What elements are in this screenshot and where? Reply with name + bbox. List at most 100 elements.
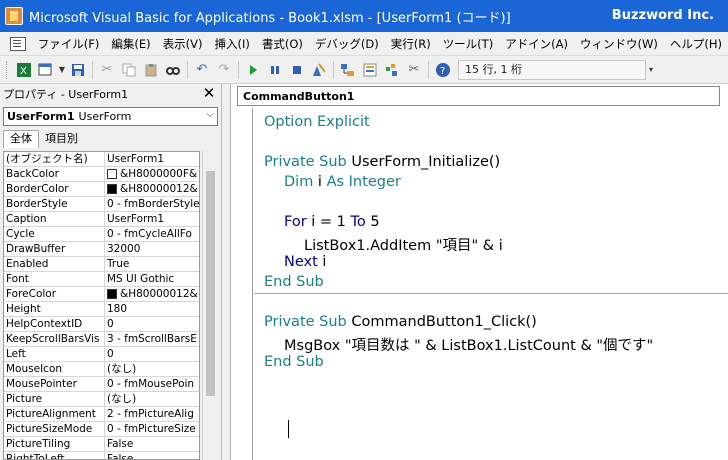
- property-value[interactable]: 0 - fmBorderStyle: [105, 197, 199, 211]
- property-name: KeepScrollBarsVis: [4, 332, 105, 346]
- property-value[interactable]: 2 - fmPictureAlig: [105, 407, 199, 421]
- cut-icon[interactable]: ✂: [97, 60, 117, 80]
- property-value[interactable]: 0: [105, 347, 199, 361]
- property-row[interactable]: RightToLeft False: [4, 452, 199, 459]
- help-icon[interactable]: ?: [433, 60, 453, 80]
- property-row[interactable]: BorderStyle 0 - fmBorderStyle: [4, 197, 199, 212]
- toolbar-grip[interactable]: [6, 60, 9, 79]
- menu-addins[interactable]: アドイン(A): [499, 33, 574, 55]
- excel-icon[interactable]: X: [14, 60, 34, 80]
- property-row[interactable]: Enabled True: [4, 257, 199, 272]
- property-row[interactable]: Caption UserForm1: [4, 212, 199, 227]
- chevron-down-icon[interactable]: ⌵: [206, 109, 214, 120]
- code-keyword: Private Sub: [264, 154, 347, 170]
- property-row[interactable]: PictureAlignment 2 - fmPictureAlig: [4, 407, 199, 422]
- property-row[interactable]: DrawBuffer 32000: [4, 242, 199, 257]
- object-dropdown[interactable]: UserForm1 UserForm ⌵: [3, 107, 218, 126]
- code-editor[interactable]: Option Explicit Private Sub UserForm_Ini…: [254, 108, 728, 460]
- property-value[interactable]: 0: [105, 317, 199, 331]
- run-icon[interactable]: [243, 60, 263, 80]
- property-row[interactable]: MousePointer 0 - fmMousePoin: [4, 377, 199, 392]
- property-row[interactable]: KeepScrollBarsVis 3 - fmScrollBarsE: [4, 332, 199, 347]
- property-row[interactable]: Cycle 0 - fmCycleAllFo: [4, 227, 199, 242]
- property-name: BorderColor: [4, 182, 105, 196]
- save-icon[interactable]: [68, 60, 88, 80]
- object-browser-icon[interactable]: [382, 60, 402, 80]
- menu-format[interactable]: 書式(O): [256, 33, 309, 55]
- menu-window[interactable]: ウィンドウ(W): [574, 33, 664, 55]
- reset-icon[interactable]: [287, 60, 307, 80]
- property-value[interactable]: (なし): [105, 392, 199, 406]
- close-icon[interactable]: ✕: [201, 85, 217, 102]
- copy-icon[interactable]: [119, 60, 139, 80]
- property-grid-scrollbar[interactable]: [202, 151, 217, 460]
- property-value[interactable]: False: [105, 437, 199, 451]
- brand-label: Buzzword Inc.: [611, 8, 714, 23]
- property-value[interactable]: 0 - fmCycleAllFo: [105, 227, 199, 241]
- property-value-text: 180: [107, 303, 128, 315]
- property-row[interactable]: BackColor &H8000000F&: [4, 167, 199, 182]
- menu-tools[interactable]: ツール(T): [437, 33, 500, 55]
- property-row[interactable]: MouseIcon (なし): [4, 362, 199, 377]
- property-row[interactable]: PictureSizeMode 0 - fmPictureSize: [4, 422, 199, 437]
- project-explorer-icon[interactable]: [338, 60, 358, 80]
- paste-icon[interactable]: [141, 60, 161, 80]
- property-value[interactable]: 0 - fmPictureSize: [105, 422, 199, 436]
- property-row[interactable]: BorderColor &H80000012&: [4, 182, 199, 197]
- menu-help[interactable]: ヘルプ(H): [664, 33, 728, 55]
- properties-icon[interactable]: [360, 60, 380, 80]
- menu-file[interactable]: ファイル(F): [32, 33, 106, 55]
- object-box[interactable]: CommandButton1: [237, 86, 720, 106]
- property-row[interactable]: HelpContextID 0: [4, 317, 199, 332]
- property-value[interactable]: True: [105, 257, 199, 271]
- property-value-text: False: [107, 438, 134, 450]
- property-value[interactable]: 32000: [105, 242, 199, 256]
- property-row[interactable]: (オブジェクト名) UserForm1: [4, 152, 199, 167]
- undo-icon[interactable]: ↶: [192, 60, 212, 80]
- toolbar-options-icon[interactable]: ▾: [646, 60, 656, 80]
- code-text: i: [317, 254, 327, 270]
- vba-app-icon[interactable]: [5, 7, 23, 25]
- code-keyword: Option Explicit: [264, 114, 370, 130]
- property-row[interactable]: Height 180: [4, 302, 199, 317]
- property-value[interactable]: &H80000012&: [105, 287, 199, 301]
- break-icon[interactable]: [265, 60, 285, 80]
- menu-insert[interactable]: 挿入(I): [208, 33, 255, 55]
- property-value[interactable]: &H80000012&: [105, 182, 199, 196]
- property-value[interactable]: UserForm1: [105, 152, 199, 166]
- color-swatch: [107, 169, 117, 179]
- chevron-down-icon[interactable]: ▼: [57, 60, 67, 80]
- property-value[interactable]: 180: [105, 302, 199, 316]
- property-row[interactable]: PictureTiling False: [4, 437, 199, 452]
- code-text: UserForm_Initialize(): [346, 154, 501, 170]
- code-keyword: Private Sub: [264, 314, 347, 330]
- code-line: Private Sub CommandButton1_Click(): [264, 314, 537, 330]
- menu-edit[interactable]: 編集(E): [105, 33, 156, 55]
- find-icon[interactable]: [163, 60, 183, 80]
- property-value[interactable]: 0 - fmMousePoin: [105, 377, 199, 391]
- property-row[interactable]: ForeColor &H80000012&: [4, 287, 199, 302]
- toolbox-icon[interactable]: ✂: [404, 60, 424, 80]
- property-value[interactable]: (なし): [105, 362, 199, 376]
- menu-run[interactable]: 実行(R): [385, 33, 437, 55]
- property-row[interactable]: Left 0: [4, 347, 199, 362]
- property-row[interactable]: Font MS UI Gothic: [4, 272, 199, 287]
- code-window-icon[interactable]: [10, 36, 26, 51]
- property-value[interactable]: False: [105, 452, 199, 459]
- redo-icon[interactable]: ↷: [214, 60, 234, 80]
- property-value[interactable]: UserForm1: [105, 212, 199, 226]
- insert-form-icon[interactable]: [36, 60, 56, 80]
- property-value-text: 3 - fmScrollBarsE: [107, 333, 197, 345]
- cursor-position-indicator: 15 行, 1 桁: [458, 59, 646, 80]
- menu-debug[interactable]: デバッグ(D): [309, 33, 385, 55]
- property-value[interactable]: MS UI Gothic: [105, 272, 199, 286]
- tab-alphabetic[interactable]: 全体: [3, 130, 39, 148]
- property-row[interactable]: Picture (なし): [4, 392, 199, 407]
- design-mode-icon[interactable]: [309, 60, 329, 80]
- property-value[interactable]: &H8000000F&: [105, 167, 199, 181]
- menu-view[interactable]: 表示(V): [157, 33, 209, 55]
- scrollbar-thumb[interactable]: [206, 171, 215, 396]
- property-value[interactable]: 3 - fmScrollBarsE: [105, 332, 199, 346]
- code-margin-indicator-bar[interactable]: [231, 108, 253, 460]
- tab-categorized[interactable]: 項目別: [39, 131, 84, 148]
